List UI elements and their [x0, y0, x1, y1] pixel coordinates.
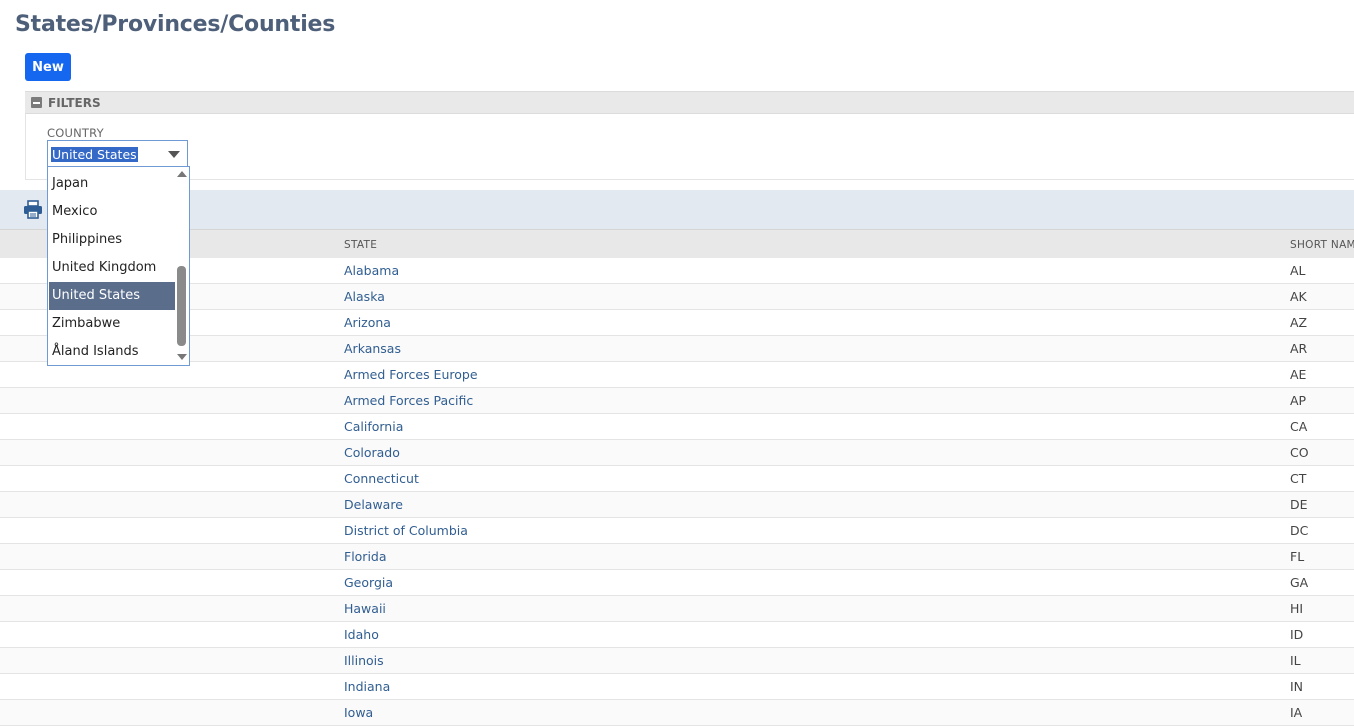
state-link[interactable]: Hawaii — [344, 601, 386, 616]
short-name-cell: IL — [1290, 653, 1301, 668]
states-table-body: Alabama AL Alaska AK Arizona AZ Arkansas AR Arme… — [0, 258, 1354, 726]
dropdown-option-aland-islands[interactable]: Åland Islands — [49, 338, 175, 365]
scroll-up-arrow-icon[interactable] — [177, 171, 187, 177]
state-link[interactable]: California — [344, 419, 403, 434]
short-name-cell: CO — [1290, 445, 1309, 460]
table-row: Hawaii HI — [0, 596, 1354, 622]
column-header-state[interactable]: STATE — [344, 239, 377, 251]
country-dropdown-list[interactable]: Japan Mexico Philippines United Kingdom … — [47, 166, 190, 366]
state-link[interactable]: Armed Forces Europe — [344, 367, 478, 382]
short-name-cell: DC — [1290, 523, 1309, 538]
dropdown-scrollbar-thumb[interactable] — [177, 266, 186, 346]
scroll-down-arrow-icon[interactable] — [177, 354, 187, 360]
table-row: Delaware DE — [0, 492, 1354, 518]
dropdown-option-zimbabwe[interactable]: Zimbabwe — [49, 310, 175, 338]
table-row: Iowa IA — [0, 700, 1354, 726]
short-name-cell: AE — [1290, 367, 1307, 382]
table-row: California CA — [0, 414, 1354, 440]
state-link[interactable]: Idaho — [344, 627, 379, 642]
collapse-icon[interactable] — [31, 97, 42, 108]
state-link[interactable]: Alaska — [344, 289, 385, 304]
dropdown-option-united-kingdom[interactable]: United Kingdom — [49, 254, 175, 282]
state-link[interactable]: Connecticut — [344, 471, 419, 486]
dropdown-option-japan[interactable]: Japan — [49, 170, 175, 198]
state-link[interactable]: Iowa — [344, 705, 373, 720]
filters-body — [25, 114, 1354, 180]
state-link[interactable]: Georgia — [344, 575, 393, 590]
table-row: Colorado CO — [0, 440, 1354, 466]
dropdown-option-mexico[interactable]: Mexico — [49, 198, 175, 226]
table-row: Alabama AL — [0, 258, 1354, 284]
short-name-cell: AZ — [1290, 315, 1308, 330]
short-name-cell: FL — [1290, 549, 1305, 564]
column-header-short-name[interactable]: SHORT NAM — [1290, 239, 1354, 251]
table-row: Indiana IN — [0, 674, 1354, 700]
state-link[interactable]: Colorado — [344, 445, 400, 460]
short-name-cell: IN — [1290, 679, 1304, 694]
new-button[interactable]: New — [25, 53, 71, 81]
table-row: Connecticut CT — [0, 466, 1354, 492]
country-label: COUNTRY — [47, 126, 104, 140]
short-name-cell: DE — [1290, 497, 1308, 512]
short-name-cell: ID — [1290, 627, 1304, 642]
table-row: Florida FL — [0, 544, 1354, 570]
table-row: Armed Forces Pacific AP — [0, 388, 1354, 414]
state-link[interactable]: District of Columbia — [344, 523, 468, 538]
short-name-cell: GA — [1290, 575, 1309, 590]
dropdown-option-philippines[interactable]: Philippines — [49, 226, 175, 254]
country-select[interactable]: United States — [47, 140, 188, 167]
state-link[interactable]: Delaware — [344, 497, 403, 512]
state-link[interactable]: Arizona — [344, 315, 391, 330]
short-name-cell: CA — [1290, 419, 1308, 434]
short-name-cell: CT — [1290, 471, 1307, 486]
table-row: Illinois IL — [0, 648, 1354, 674]
page-title: States/Provinces/Counties — [15, 12, 336, 37]
table-row: Idaho ID — [0, 622, 1354, 648]
table-row: Arizona AZ — [0, 310, 1354, 336]
dropdown-option-united-states[interactable]: United States — [49, 282, 175, 310]
filters-title: FILTERS — [48, 96, 101, 110]
table-row: Armed Forces Europe AE — [0, 362, 1354, 388]
short-name-cell: HI — [1290, 601, 1304, 616]
filters-header[interactable]: FILTERS — [25, 91, 1354, 114]
short-name-cell: AL — [1290, 263, 1306, 278]
list-toolbar — [0, 190, 1354, 229]
table-row: District of Columbia DC — [0, 518, 1354, 544]
short-name-cell: IA — [1290, 705, 1303, 720]
country-select-value: United States — [51, 147, 138, 162]
short-name-cell: AR — [1290, 341, 1308, 356]
state-link[interactable]: Arkansas — [344, 341, 401, 356]
state-link[interactable]: Florida — [344, 549, 387, 564]
short-name-cell: AK — [1290, 289, 1307, 304]
state-link[interactable]: Armed Forces Pacific — [344, 393, 473, 408]
short-name-cell: AP — [1290, 393, 1307, 408]
table-row: Alaska AK — [0, 284, 1354, 310]
table-row: Georgia GA — [0, 570, 1354, 596]
state-link[interactable]: Indiana — [344, 679, 390, 694]
print-icon[interactable] — [23, 200, 43, 219]
state-link[interactable]: Illinois — [344, 653, 384, 668]
table-header: STATE SHORT NAM — [0, 229, 1354, 258]
table-row: Arkansas AR — [0, 336, 1354, 362]
chevron-down-icon[interactable] — [168, 151, 180, 158]
state-link[interactable]: Alabama — [344, 263, 399, 278]
